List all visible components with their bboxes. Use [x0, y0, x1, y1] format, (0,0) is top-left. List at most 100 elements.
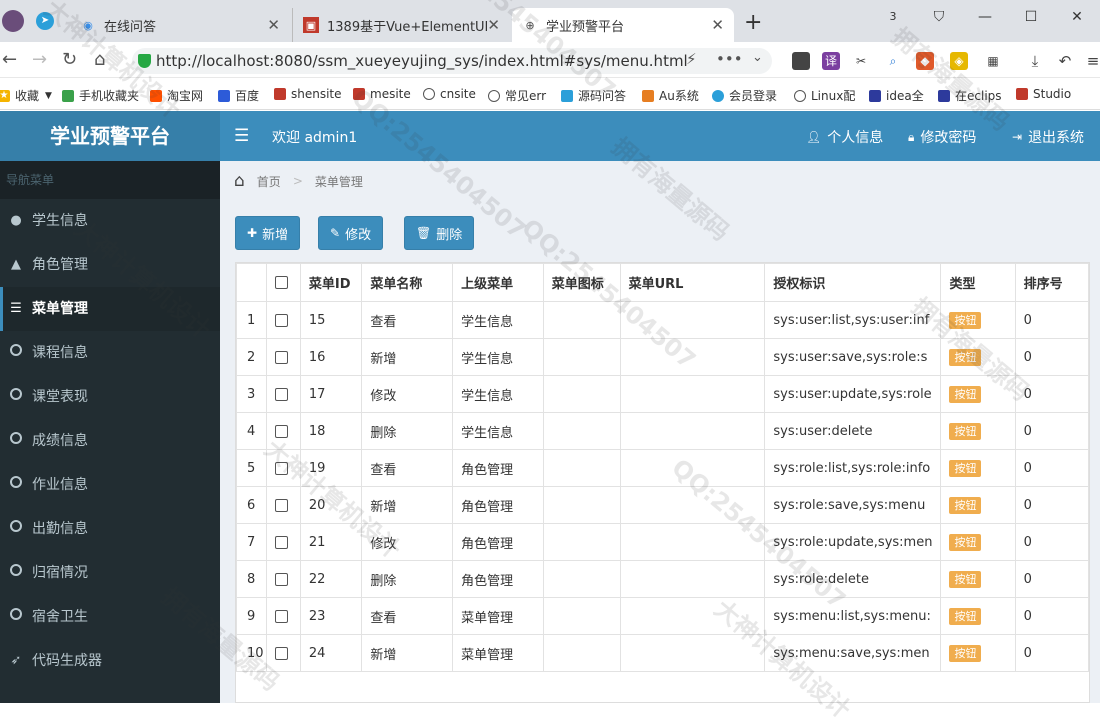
bookmark-item[interactable]: Studio: [1016, 87, 1071, 101]
bookmark-item[interactable]: 手机收藏夹: [62, 87, 139, 104]
delete-button[interactable]: 🗑︎ 删除: [404, 216, 475, 250]
forward-icon[interactable]: →: [32, 49, 47, 70]
sidebar-item-attendance-info[interactable]: 出勤信息: [0, 507, 220, 551]
sidebar-item-code-generator[interactable]: ➶ 代码生成器: [0, 639, 220, 683]
bookmark-item[interactable]: 淘宝网: [150, 87, 203, 104]
order-cell: 0: [1014, 338, 1090, 376]
column-header[interactable]: 菜单URL: [619, 263, 766, 302]
table-row[interactable]: 9 23 查看 菜单管理 sys:menu:list,sys:menu: 按钮 0: [236, 597, 1090, 635]
column-header[interactable]: 菜单名称: [361, 263, 454, 302]
shield-icon[interactable]: ◈: [950, 52, 968, 70]
profile-link[interactable]: 👤︎ 个人信息: [806, 127, 883, 147]
breadcrumb-home[interactable]: 首页: [257, 173, 281, 190]
close-tab-icon[interactable]: ✕: [267, 16, 280, 34]
logout-link[interactable]: ⇥ 退出系统: [1012, 127, 1084, 147]
sidebar-item-class-performance[interactable]: 课堂表现: [0, 375, 220, 419]
sidebar-item-dorm-hygiene[interactable]: 宿舍卫生: [0, 595, 220, 639]
column-header[interactable]: 上级菜单: [452, 263, 544, 302]
home-icon[interactable]: ⌂: [234, 171, 245, 191]
sidebar-item-menu-management[interactable]: ☰ 菜单管理: [0, 287, 220, 331]
column-header[interactable]: 排序号: [1014, 263, 1090, 302]
bookmark-item[interactable]: 在eclips: [938, 87, 1002, 104]
sidebar-item-grade-info[interactable]: 成绩信息: [0, 419, 220, 463]
column-header[interactable]: 菜单图标: [542, 263, 621, 302]
column-header[interactable]: 授权标识: [764, 263, 942, 302]
column-header[interactable]: 类型: [940, 263, 1016, 302]
sidebar-item-student-info[interactable]: ● 学生信息: [0, 199, 220, 243]
table-row[interactable]: 7 21 修改 角色管理 sys:role:update,sys:men 按钮 0: [236, 523, 1090, 561]
apps-icon[interactable]: ▦: [984, 52, 1002, 70]
back-icon[interactable]: ←: [2, 49, 17, 70]
scissors-icon[interactable]: ✂: [852, 52, 870, 70]
table-row[interactable]: 6 20 新增 角色管理 sys:role:save,sys:menu 按钮 0: [236, 486, 1090, 524]
sidebar-item-dorm-return[interactable]: 归宿情况: [0, 551, 220, 595]
bookmark-item[interactable]: idea全: [869, 87, 924, 104]
url-field[interactable]: http://localhost:8080/ssm_xueyeyujing_sy…: [132, 48, 772, 74]
row-checkbox[interactable]: [274, 313, 288, 327]
row-checkbox[interactable]: [274, 350, 288, 364]
bookmark-item[interactable]: cnsite: [423, 87, 476, 101]
app-logo[interactable]: 学业预警平台: [0, 111, 220, 161]
more-icon[interactable]: •••: [716, 50, 743, 68]
row-checkbox[interactable]: [274, 498, 288, 512]
bookmark-item[interactable]: ★ 收藏 ▼: [0, 87, 52, 104]
row-checkbox[interactable]: [274, 387, 288, 401]
sidebar-item-homework-info[interactable]: 作业信息: [0, 463, 220, 507]
row-checkbox[interactable]: [274, 424, 288, 438]
game-icon[interactable]: ◆: [916, 52, 934, 70]
edit-button[interactable]: ✎ 修改: [318, 216, 384, 250]
bookmark-item[interactable]: 常见err: [488, 87, 546, 104]
browser-tab-2[interactable]: ▣ 1389基于Vue+ElementUI+S ✕: [292, 8, 510, 42]
row-checkbox[interactable]: [274, 609, 288, 623]
change-password-link[interactable]: 🔒︎ 修改密码: [908, 127, 976, 147]
menu-name-cell: 删除: [361, 412, 454, 450]
close-tab-icon[interactable]: ✕: [487, 16, 500, 34]
extension-icon[interactable]: [792, 52, 810, 70]
profile-avatar[interactable]: [2, 10, 24, 32]
menu-icon[interactable]: ≡: [1084, 52, 1100, 70]
bookmark-item[interactable]: 源码问答: [561, 87, 626, 104]
table-row[interactable]: 5 19 查看 角色管理 sys:role:list,sys:role:info 按钮 0: [236, 449, 1090, 487]
bookmark-item[interactable]: mesite: [353, 87, 411, 101]
menu-toggle-icon[interactable]: ☰: [234, 126, 249, 146]
flash-icon[interactable]: ⚡: [686, 50, 697, 68]
tab-count-icon[interactable]: 3: [870, 0, 916, 34]
close-tab-icon[interactable]: ✕: [711, 16, 724, 34]
column-header[interactable]: 菜单ID: [299, 263, 363, 302]
bookmark-item[interactable]: shensite: [274, 87, 342, 101]
browser-tab-active[interactable]: ⊕ 学业预警平台 ✕: [512, 8, 734, 42]
sidebar-item-course-info[interactable]: 课程信息: [0, 331, 220, 375]
row-checkbox[interactable]: [274, 461, 288, 475]
undo-icon[interactable]: ↶: [1056, 52, 1074, 70]
new-tab-button[interactable]: +: [744, 10, 762, 35]
table-row[interactable]: 1 15 查看 学生信息 sys:user:list,sys:user:inf 按钮 0: [236, 301, 1090, 339]
home-icon[interactable]: ⌂: [94, 49, 105, 70]
download-icon[interactable]: ⤓: [1026, 52, 1044, 70]
shirt-icon[interactable]: ⛉: [916, 0, 962, 34]
translate-icon[interactable]: 译: [822, 52, 840, 70]
bookmark-item[interactable]: 会员登录: [712, 87, 777, 104]
bookmark-item[interactable]: 百度: [218, 87, 259, 104]
browser-tab-1[interactable]: ◉ 在线问答 ✕: [70, 8, 290, 42]
bookmark-item[interactable]: Linux配: [794, 87, 855, 104]
close-window-icon[interactable]: ✕: [1054, 0, 1100, 34]
bookmark-item[interactable]: Au系统: [642, 87, 699, 104]
row-checkbox[interactable]: [274, 646, 288, 660]
table-row[interactable]: 4 18 删除 学生信息 sys:user:delete 按钮 0: [236, 412, 1090, 450]
add-button[interactable]: ✚ 新增: [235, 216, 301, 250]
row-checkbox-cell: [265, 412, 301, 450]
telegram-icon[interactable]: ➤: [36, 12, 54, 30]
maximize-icon[interactable]: ☐: [1008, 0, 1054, 34]
sidebar-item-role-management[interactable]: ▲ 角色管理: [0, 243, 220, 287]
row-checkbox[interactable]: [274, 572, 288, 586]
table-row[interactable]: 3 17 修改 学生信息 sys:user:update,sys:role 按钮 0: [236, 375, 1090, 413]
select-all-checkbox[interactable]: [274, 276, 288, 289]
table-row[interactable]: 8 22 删除 角色管理 sys:role:delete 按钮 0: [236, 560, 1090, 598]
row-checkbox[interactable]: [274, 535, 288, 549]
search-icon[interactable]: ⌕: [884, 52, 902, 70]
table-row[interactable]: 10 24 新增 菜单管理 sys:menu:save,sys:men 按钮 0: [236, 634, 1090, 672]
minimize-icon[interactable]: —: [962, 0, 1008, 34]
dropdown-icon[interactable]: ⌄: [752, 50, 763, 65]
reload-icon[interactable]: ↻: [62, 49, 77, 70]
table-row[interactable]: 2 16 新增 学生信息 sys:user:save,sys:role:s 按钮 0: [236, 338, 1090, 376]
